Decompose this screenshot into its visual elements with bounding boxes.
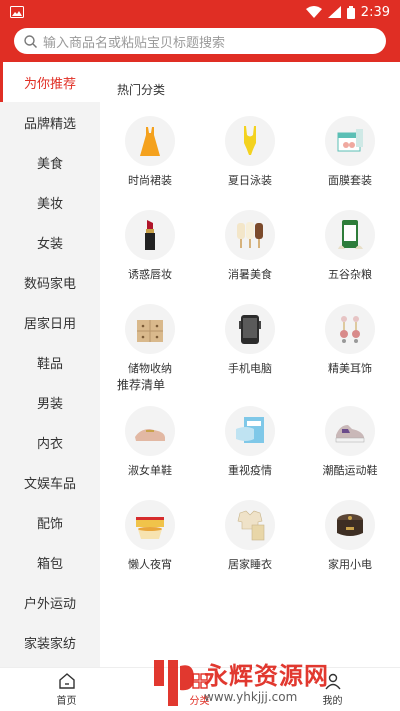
- loafer-icon: [135, 429, 165, 441]
- watermark-logo-icon: [154, 659, 194, 706]
- sidebar-item-furnishing[interactable]: 家装家纺: [0, 622, 100, 662]
- header: 输入商品名或粘贴宝贝标题搜索: [0, 24, 400, 62]
- signal-icon: [327, 6, 341, 18]
- watermark-url: www.yhkjjj.com: [204, 689, 298, 704]
- drawer-icon: [137, 320, 163, 342]
- face-mask-icon: [236, 417, 264, 443]
- home-icon: [58, 673, 75, 689]
- search-placeholder: 输入商品名或粘贴宝贝标题搜索: [43, 35, 226, 51]
- category-content: 热门分类 时尚裙装 夏日泳装 面膜套装 诱惑唇妆 消暑美食 五谷杂粮 储物收纳 …: [100, 62, 400, 667]
- gallery-icon: [10, 6, 24, 18]
- sidebar-item-home[interactable]: 居家日用: [0, 302, 100, 342]
- swimsuit-icon: [244, 126, 256, 155]
- pajama-icon: [237, 510, 265, 541]
- search-input[interactable]: 输入商品名或粘贴宝贝标题搜索: [14, 28, 386, 54]
- status-bar: 2:39: [0, 0, 400, 24]
- sidebar-item-beauty[interactable]: 美妆: [0, 182, 100, 222]
- sidebar-item-digital[interactable]: 数码家电: [0, 262, 100, 302]
- sidebar-item-outdoor[interactable]: 户外运动: [0, 582, 100, 622]
- section-title-hot: 热门分类: [117, 83, 166, 97]
- sidebar-item-bags[interactable]: 箱包: [0, 542, 100, 582]
- sidebar-item-food[interactable]: 美食: [0, 142, 100, 182]
- sidebar-item-entertainment[interactable]: 文娱车品: [0, 462, 100, 502]
- category-tile[interactable]: 家用小电: [300, 486, 400, 580]
- rugged-phone-icon: [239, 315, 261, 344]
- earrings-icon: [340, 316, 360, 343]
- wifi-icon: [305, 6, 322, 18]
- category-tile[interactable]: 手机电脑: [200, 290, 300, 384]
- category-tile[interactable]: 居家睡衣: [200, 486, 300, 580]
- category-tile[interactable]: 淑女单鞋: [100, 392, 200, 486]
- sidebar-item-underwear[interactable]: 内衣: [0, 422, 100, 462]
- dress-icon: [140, 127, 160, 156]
- rice-bag-icon: [338, 220, 363, 249]
- popsicle-icon: [237, 222, 263, 248]
- search-icon: [24, 34, 37, 48]
- lipstick-icon: [145, 220, 155, 250]
- category-tile[interactable]: 诱惑唇妆: [100, 196, 200, 290]
- category-tile[interactable]: 消暑美食: [200, 196, 300, 290]
- nav-item-home[interactable]: 首页: [0, 668, 133, 711]
- watermark: 永辉资源网 www.yhkjjj.com: [150, 654, 400, 711]
- recommend-grid: 淑女单鞋 重视疫情 潮酷运动鞋 懒人夜宵 居家睡衣 家用小电: [100, 392, 400, 580]
- category-sidebar: 为你推荐 品牌精选 美食 美妆 女装 数码家电 居家日用 鞋品 男装 内衣 文娱…: [0, 62, 100, 667]
- section-title-recommend: 推荐清单: [117, 378, 166, 392]
- category-tile[interactable]: 储物收纳: [100, 290, 200, 384]
- category-tile[interactable]: 时尚裙装: [100, 102, 200, 196]
- sidebar-item-brands[interactable]: 品牌精选: [0, 102, 100, 142]
- sidebar-item-shoes[interactable]: 鞋品: [0, 342, 100, 382]
- watermark-title: 永辉资源网: [204, 661, 329, 690]
- category-tile[interactable]: 懒人夜宵: [100, 486, 200, 580]
- sidebar-item-mens[interactable]: 男装: [0, 382, 100, 422]
- category-tile[interactable]: 重视疫情: [200, 392, 300, 486]
- battery-icon: [346, 5, 355, 19]
- hot-grid: 时尚裙装 夏日泳装 面膜套装 诱惑唇妆 消暑美食 五谷杂粮 储物收纳 手机电脑 …: [100, 102, 400, 384]
- sidebar-item-accessories[interactable]: 配饰: [0, 502, 100, 542]
- category-tile[interactable]: 夏日泳装: [200, 102, 300, 196]
- category-tile[interactable]: 精美耳饰: [300, 290, 400, 384]
- instant-noodle-icon: [136, 517, 164, 539]
- mask-box-icon: [337, 129, 363, 152]
- rice-cooker-icon: [337, 514, 363, 536]
- category-tile[interactable]: 潮酷运动鞋: [300, 392, 400, 486]
- sidebar-item-recommend[interactable]: 为你推荐: [0, 62, 100, 102]
- sneaker-icon: [335, 425, 365, 443]
- status-time: 2:39: [360, 4, 390, 20]
- category-tile[interactable]: 面膜套装: [300, 102, 400, 196]
- sidebar-item-womens[interactable]: 女装: [0, 222, 100, 262]
- category-tile[interactable]: 五谷杂粮: [300, 196, 400, 290]
